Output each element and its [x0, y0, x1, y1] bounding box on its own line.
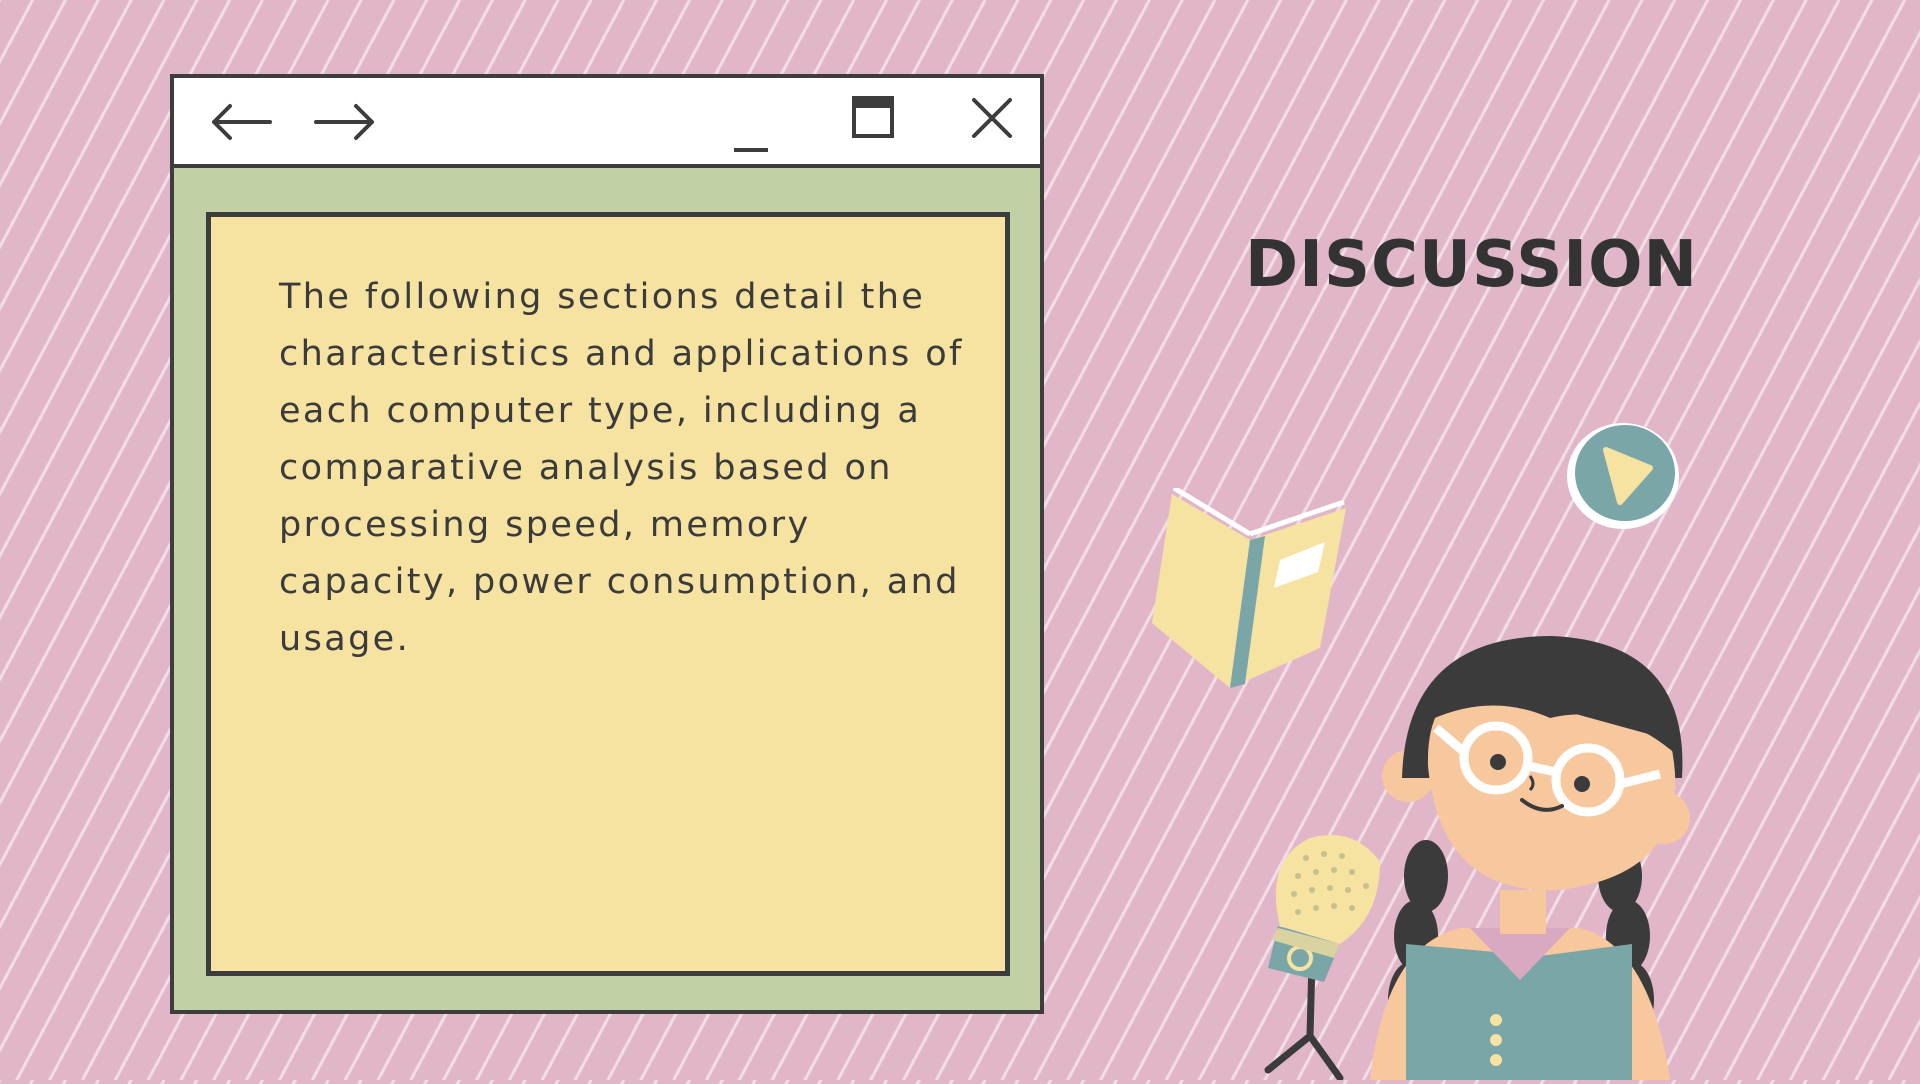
content-panel: The following sections detail the charac… [206, 212, 1010, 976]
arrow-left-icon [206, 92, 276, 152]
forward-button[interactable] [310, 92, 380, 152]
browser-window: The following sections detail the charac… [170, 74, 1044, 1014]
body-text: The following sections detail the charac… [279, 277, 964, 659]
maximize-button[interactable] [838, 92, 908, 152]
back-button[interactable] [206, 92, 276, 152]
window-titlebar [174, 78, 1040, 168]
microphone-icon [1228, 835, 1398, 1084]
play-icon [1566, 423, 1680, 534]
minimize-icon [716, 92, 786, 152]
microphone-illustration [1228, 810, 1398, 1082]
maximize-icon [838, 92, 908, 152]
close-button[interactable] [958, 92, 1028, 152]
arrow-right-icon [310, 92, 380, 152]
play-button[interactable] [1566, 420, 1680, 530]
close-icon [958, 92, 1028, 152]
minimize-button[interactable] [716, 92, 786, 152]
slide-heading: DISCUSSION [1245, 228, 1699, 302]
